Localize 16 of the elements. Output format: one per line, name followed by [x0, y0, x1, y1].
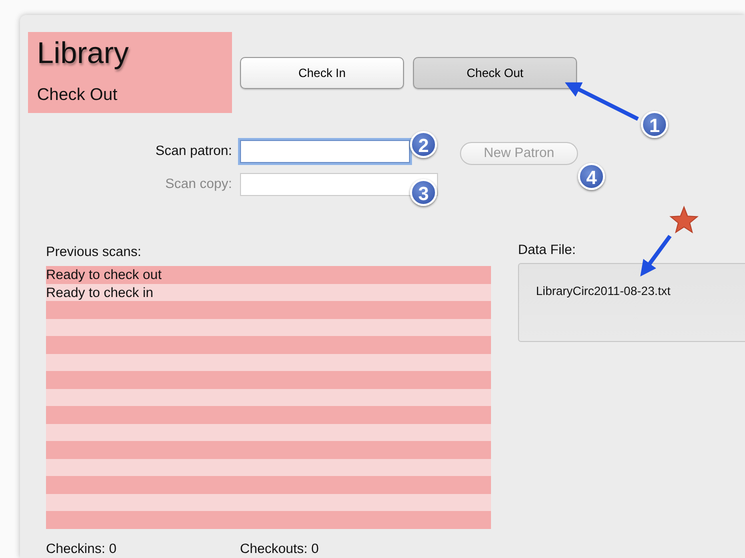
mode-subtitle: Check Out	[37, 84, 118, 106]
star-icon	[669, 206, 699, 234]
field-label: Scan patron:	[154, 142, 232, 160]
checkouts-count: Checkouts: 0	[240, 540, 319, 558]
pointer-arrow	[640, 234, 672, 276]
field-label: Scan copy:	[164, 175, 232, 194]
list-row: Ready to check out	[46, 266, 491, 284]
scan-field[interactable]	[240, 140, 410, 163]
mode-button[interactable]: Check In	[240, 57, 404, 89]
list-label: Previous scans:	[46, 243, 142, 261]
app-title: Library	[37, 37, 129, 70]
mode-button[interactable]: Check Out	[413, 57, 577, 89]
list-row: Ready to check in	[46, 284, 491, 302]
file-name: LibraryCirc2011-08-23.txt	[536, 284, 671, 298]
checkins-count: Checkins: 0	[46, 540, 118, 558]
data-file-label: Data File:	[518, 241, 576, 259]
